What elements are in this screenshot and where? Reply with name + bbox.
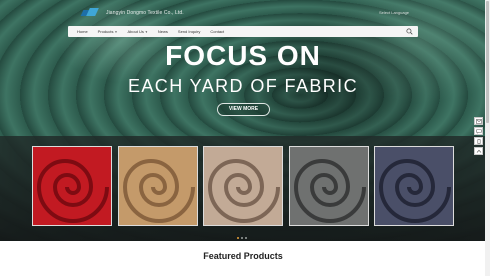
phone-icon[interactable] [474,137,483,145]
language-selector[interactable]: Select Language [379,10,409,15]
nav-item-news[interactable]: News [158,29,168,34]
hero-title: FOCUS ON [165,40,321,71]
logo-icon [80,8,99,18]
nav-item-send-inquiry[interactable]: Send Inquiry [178,29,200,34]
product-card-red[interactable] [32,146,112,226]
navy-fabric-image [375,147,453,225]
tan-fabric-image [119,147,197,225]
red-fabric-image [33,147,111,225]
nav-label: Contact [210,29,225,34]
search-icon[interactable] [406,28,413,35]
carousel-dots [237,237,247,239]
beige-fabric-image [204,147,282,225]
chevron-down-icon: ▼ [144,29,148,34]
nav-item-about-us[interactable]: About Us ▼ [127,29,147,34]
product-card-gray[interactable] [289,146,369,226]
product-card-tan[interactable] [118,146,198,226]
nav-label: Home [77,29,88,34]
company-name: Jiangyin Dongmo Textile Co., Ltd. [106,10,184,16]
nav-label: Send Inquiry [177,29,201,34]
chevron-down-icon: ▼ [114,29,118,34]
product-card-navy[interactable] [374,146,454,226]
mail-icon[interactable] [474,117,483,125]
carousel-dot[interactable] [245,237,247,239]
scrollbar-thumb[interactable] [486,1,489,123]
top-icon[interactable] [474,147,483,155]
nav-label: News [157,29,168,34]
nav-label: Products [97,29,114,34]
view-more-button[interactable]: VIEW MORE [217,103,270,116]
product-card-beige[interactable] [203,146,283,226]
logo[interactable]: Jiangyin Dongmo Textile Co., Ltd. [80,7,184,19]
side-toolbar [474,117,483,157]
hero-subtitle: EACH YARD OF FABRIC [128,76,358,96]
carousel-dot[interactable] [237,237,239,239]
nav-item-products[interactable]: Products ▼ [98,29,118,34]
nav-item-home[interactable]: Home [77,29,88,34]
chat-icon[interactable] [474,127,483,135]
main-nav: Home Products ▼ About Us ▼ News Send Inqui… [68,26,418,37]
gray-fabric-image [290,147,368,225]
nav-item-contact[interactable]: Contact [210,29,224,34]
carousel-dot[interactable] [241,237,243,239]
nav-label: About Us [127,29,144,34]
featured-products-heading: Featured Products [203,251,283,261]
